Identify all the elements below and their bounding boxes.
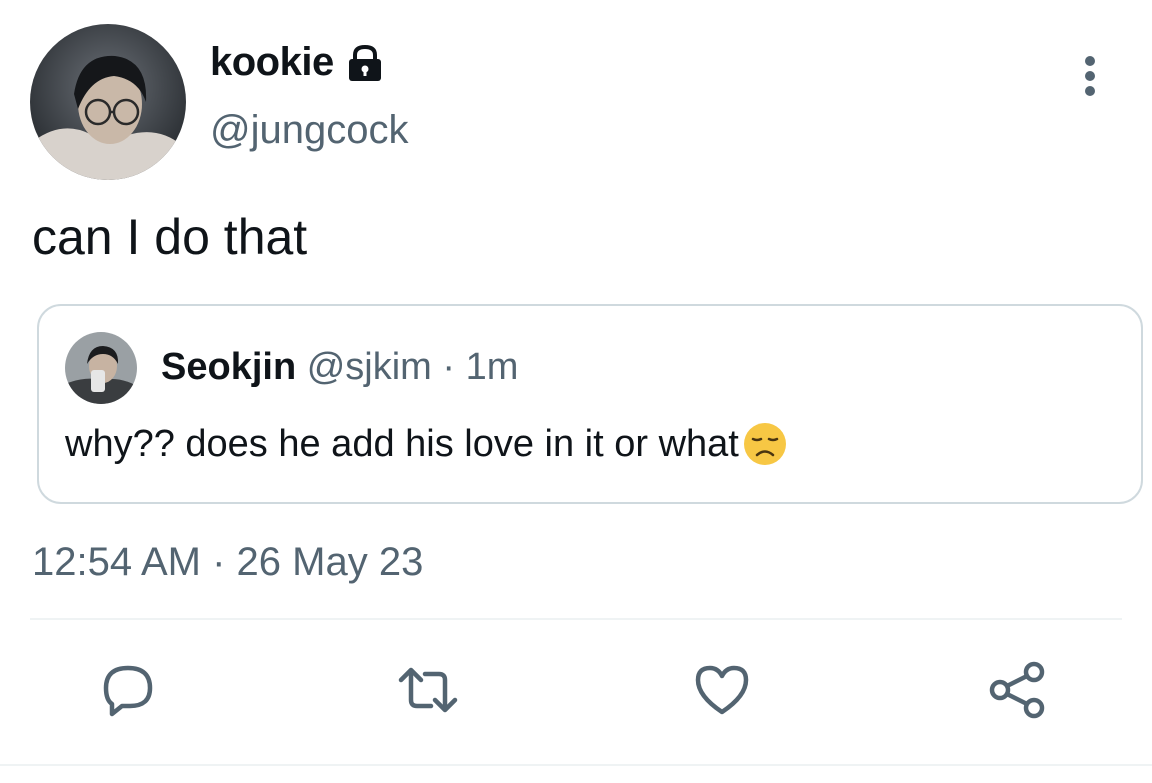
author-handle[interactable]: @jungcock — [210, 108, 408, 153]
bottom-divider — [0, 764, 1152, 766]
quoted-handle[interactable]: @sjkim — [307, 346, 432, 388]
share-button[interactable] — [986, 660, 1050, 724]
like-button[interactable] — [690, 660, 754, 724]
reply-button[interactable] — [96, 660, 160, 724]
quoted-display-name[interactable]: Seokjin — [161, 346, 296, 388]
more-vertical-icon[interactable] — [1076, 52, 1104, 100]
disappointed-face-icon — [741, 420, 789, 468]
author-display-name-row[interactable]: kookie — [210, 40, 386, 85]
author-display-name[interactable]: kookie — [210, 40, 334, 85]
tweet-text: can I do that — [32, 209, 308, 265]
quoted-text: why?? does he add his love in it or what — [65, 422, 739, 465]
quoted-avatar — [65, 332, 137, 404]
retweet-icon — [395, 660, 461, 725]
quoted-header: Seokjin @sjkim · 1m — [161, 346, 518, 389]
heart-icon — [692, 660, 752, 725]
retweet-button[interactable] — [396, 660, 460, 724]
share-icon — [988, 660, 1048, 725]
reply-icon — [98, 660, 158, 725]
quoted-separator: · — [442, 346, 456, 388]
lock-icon — [344, 42, 386, 84]
quoted-tweet[interactable]: Seokjin @sjkim · 1m why?? does he add hi… — [37, 304, 1143, 504]
quoted-age: 1m — [465, 346, 519, 388]
author-avatar[interactable] — [30, 24, 186, 180]
divider — [30, 618, 1122, 620]
tweet-timestamp[interactable]: 12:54 AM · 26 May 23 — [32, 540, 423, 585]
quoted-text-row: why?? does he add his love in it or what — [65, 420, 789, 468]
